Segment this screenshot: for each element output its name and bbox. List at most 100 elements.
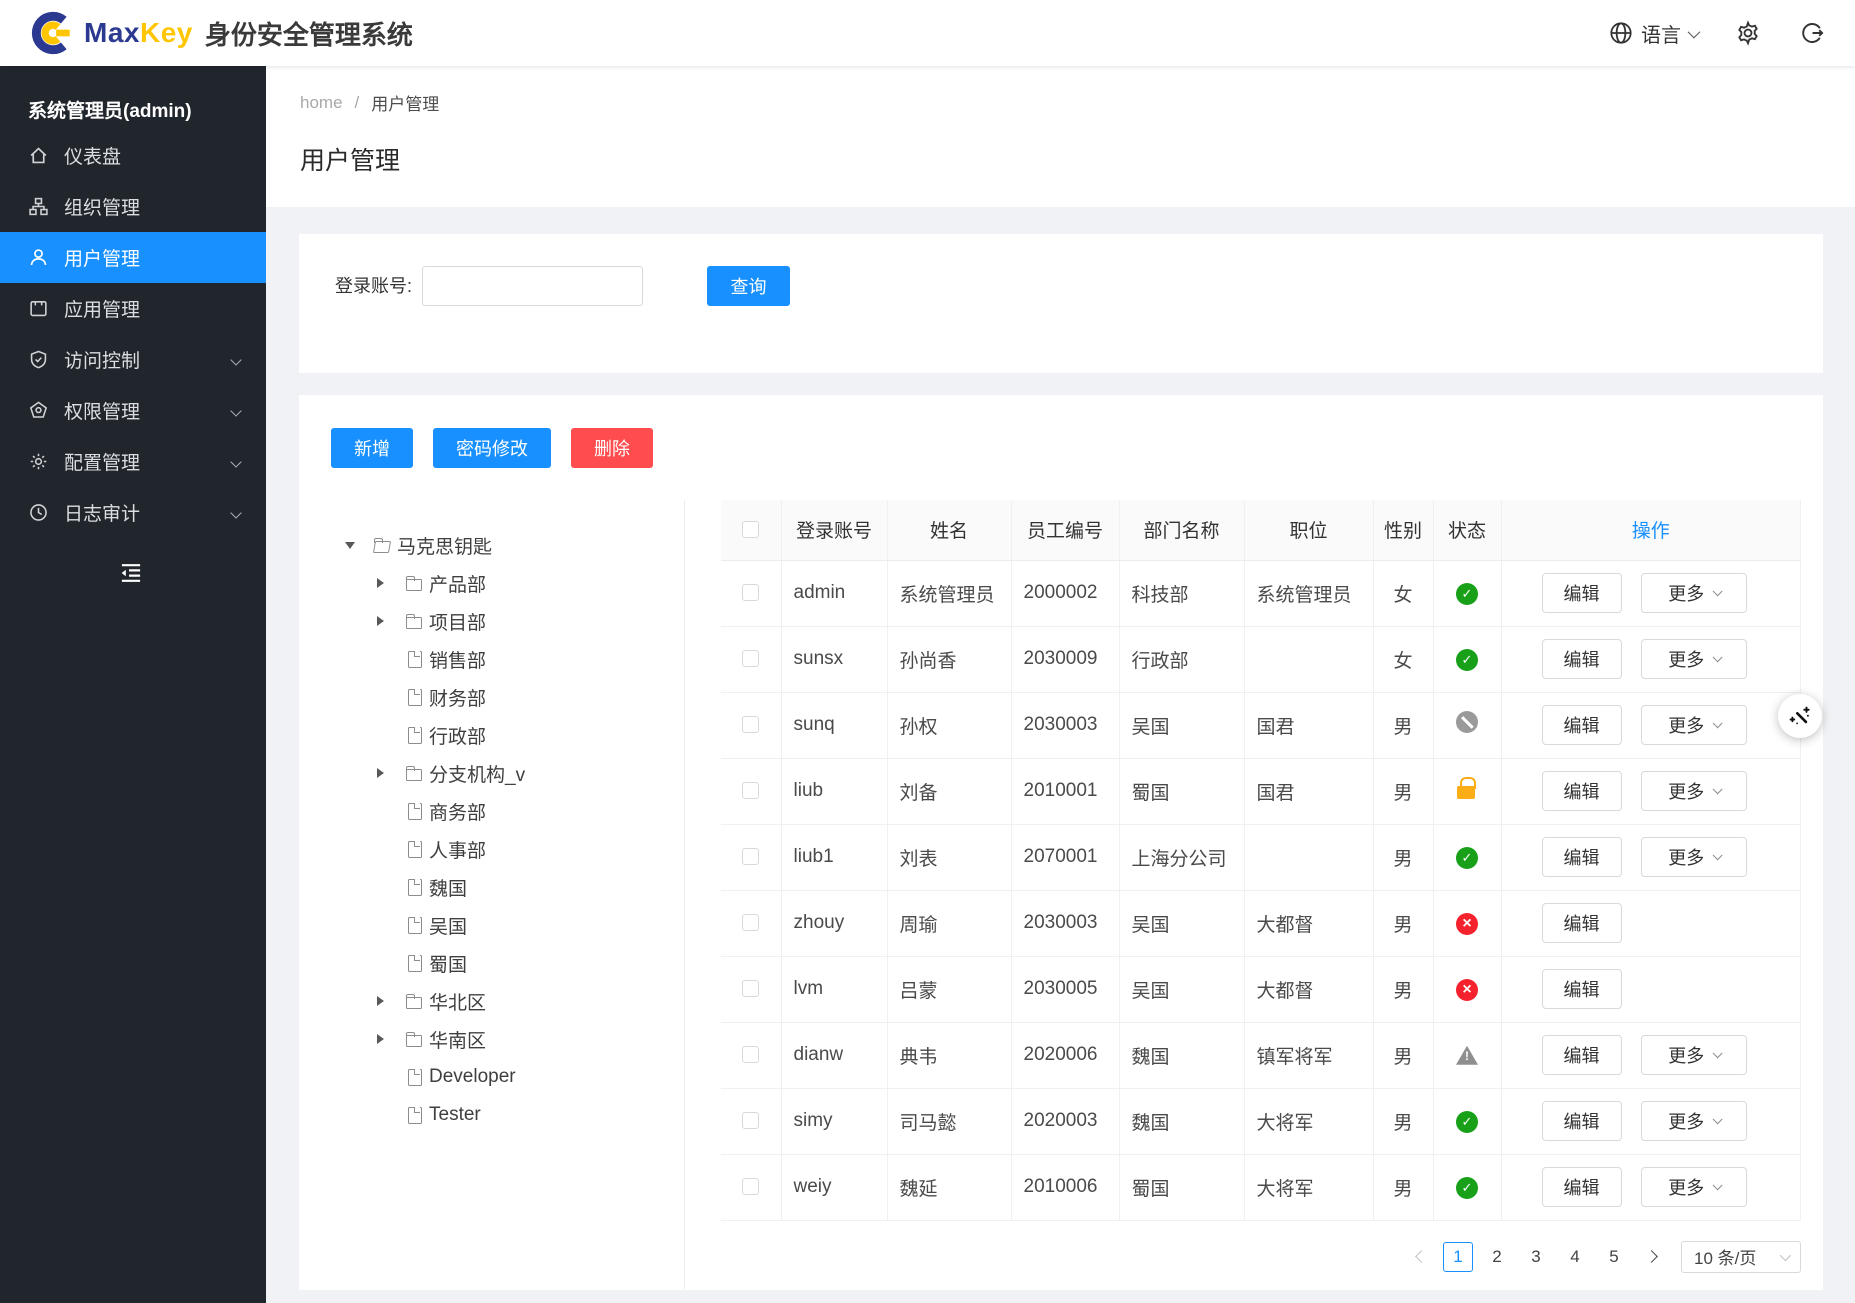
- more-button[interactable]: 更多: [1641, 639, 1747, 679]
- sidebar-item-users[interactable]: 用户管理: [0, 232, 266, 283]
- next-page-button[interactable]: [1638, 1242, 1664, 1272]
- add-button[interactable]: 新增: [331, 428, 413, 468]
- page-button-5[interactable]: 5: [1599, 1242, 1629, 1272]
- cell-employee-id: 2020003: [1011, 1088, 1119, 1154]
- tree-item[interactable]: 蜀国: [345, 944, 674, 982]
- tree-item[interactable]: Developer: [345, 1058, 674, 1096]
- cell-name: 刘表: [887, 824, 1011, 890]
- row-checkbox[interactable]: [742, 1178, 759, 1195]
- prev-page-button[interactable]: [1408, 1242, 1434, 1272]
- page-size-select[interactable]: 10 条/页: [1681, 1241, 1801, 1273]
- caret-right-icon[interactable]: [377, 996, 405, 1006]
- chevron-down-icon: [1688, 25, 1701, 38]
- language-menu[interactable]: 语言: [1608, 19, 1697, 48]
- sidebar-item-organizations[interactable]: 组织管理: [0, 181, 266, 232]
- tree-item[interactable]: 分支机构_v: [345, 754, 674, 792]
- chevron-down-icon: [1713, 1048, 1723, 1058]
- more-button[interactable]: 更多: [1641, 1101, 1747, 1141]
- row-checkbox[interactable]: [742, 1112, 759, 1129]
- caret-right-icon[interactable]: [377, 578, 405, 588]
- row-checkbox[interactable]: [742, 650, 759, 667]
- tree-item[interactable]: 产品部: [345, 564, 674, 602]
- sidebar-item-configuration[interactable]: 配置管理: [0, 436, 266, 487]
- edit-button[interactable]: 编辑: [1542, 1101, 1622, 1141]
- brand-name: MaxKey: [84, 17, 193, 49]
- breadcrumb-home-link[interactable]: home: [300, 93, 343, 113]
- page-button-4[interactable]: 4: [1560, 1242, 1590, 1272]
- row-checkbox[interactable]: [742, 1046, 759, 1063]
- cell-gender: 男: [1373, 692, 1433, 758]
- more-button[interactable]: 更多: [1641, 1035, 1747, 1075]
- row-checkbox[interactable]: [742, 584, 759, 601]
- sidebar-item-permissions[interactable]: 权限管理: [0, 385, 266, 436]
- tree-item[interactable]: 商务部: [345, 792, 674, 830]
- tree-item[interactable]: 销售部: [345, 640, 674, 678]
- cell-employee-id: 2010006: [1011, 1154, 1119, 1220]
- edit-button[interactable]: 编辑: [1542, 969, 1622, 1009]
- select-all-checkbox[interactable]: [742, 521, 759, 538]
- edit-button[interactable]: 编辑: [1542, 903, 1622, 943]
- more-button[interactable]: 更多: [1641, 705, 1747, 745]
- edit-button[interactable]: 编辑: [1542, 705, 1622, 745]
- query-button[interactable]: 查询: [707, 266, 790, 306]
- more-button[interactable]: 更多: [1641, 771, 1747, 811]
- table-header-row: 登录账号 姓名 员工编号 部门名称 职位 性别 状态 操作: [721, 500, 1801, 560]
- row-checkbox[interactable]: [742, 716, 759, 733]
- column-header-position: 职位: [1244, 500, 1373, 560]
- tree-item[interactable]: 人事部: [345, 830, 674, 868]
- breadcrumb: home / 用户管理: [300, 90, 1823, 115]
- edit-button[interactable]: 编辑: [1542, 1167, 1622, 1207]
- row-checkbox[interactable]: [742, 914, 759, 931]
- sidebar-menu: 仪表盘 组织管理 用户管理 应用管理 访问控制: [0, 130, 266, 538]
- sidebar-item-access-control[interactable]: 访问控制: [0, 334, 266, 385]
- cell-employee-id: 2020006: [1011, 1022, 1119, 1088]
- tree-item-label: 魏国: [429, 874, 467, 901]
- sidebar-item-label: 组织管理: [64, 193, 140, 220]
- caret-right-icon[interactable]: [377, 616, 405, 626]
- users-table: 登录账号 姓名 员工编号 部门名称 职位 性别 状态 操作: [721, 500, 1801, 1221]
- tree-item[interactable]: 吴国: [345, 906, 674, 944]
- edit-button[interactable]: 编辑: [1542, 837, 1622, 877]
- tree-item[interactable]: 马克思钥匙: [345, 526, 674, 564]
- edit-button[interactable]: 编辑: [1542, 1035, 1622, 1075]
- row-checkbox[interactable]: [742, 980, 759, 997]
- logout-icon-button[interactable]: [1799, 20, 1825, 46]
- tree-item[interactable]: 财务部: [345, 678, 674, 716]
- page-button-2[interactable]: 2: [1482, 1242, 1512, 1272]
- tree-item[interactable]: 魏国: [345, 868, 674, 906]
- cell-gender: 女: [1373, 560, 1433, 626]
- cell-name: 孙权: [887, 692, 1011, 758]
- menu-fold-icon[interactable]: [118, 560, 144, 586]
- tree-item[interactable]: 行政部: [345, 716, 674, 754]
- sidebar-item-applications[interactable]: 应用管理: [0, 283, 266, 334]
- edit-button[interactable]: 编辑: [1542, 573, 1622, 613]
- more-button[interactable]: 更多: [1641, 837, 1747, 877]
- caret-right-icon[interactable]: [377, 768, 405, 778]
- sidebar: 系统管理员(admin) 仪表盘 组织管理 用户管理 应用管理: [0, 66, 266, 1303]
- row-checkbox[interactable]: [742, 848, 759, 865]
- caret-down-icon[interactable]: [345, 542, 373, 549]
- edit-button[interactable]: 编辑: [1542, 771, 1622, 811]
- sidebar-item-audit-log[interactable]: 日志审计: [0, 487, 266, 538]
- assist-wand-button[interactable]: [1778, 694, 1822, 738]
- edit-button[interactable]: 编辑: [1542, 639, 1622, 679]
- pagination: 1 2 3 4 5 10 条/页: [721, 1241, 1801, 1273]
- more-button[interactable]: 更多: [1641, 573, 1747, 613]
- page-button-1[interactable]: 1: [1443, 1242, 1473, 1272]
- more-button[interactable]: 更多: [1641, 1167, 1747, 1207]
- folder-icon: [405, 574, 425, 592]
- app-header: MaxKey 身份安全管理系统 语言: [0, 0, 1855, 66]
- tree-item[interactable]: 项目部: [345, 602, 674, 640]
- page-button-3[interactable]: 3: [1521, 1242, 1551, 1272]
- tree-item[interactable]: 华南区: [345, 1020, 674, 1058]
- settings-icon-button[interactable]: [1735, 20, 1761, 46]
- tree-item[interactable]: 华北区: [345, 982, 674, 1020]
- caret-right-icon[interactable]: [377, 1034, 405, 1044]
- sidebar-item-dashboard[interactable]: 仪表盘: [0, 130, 266, 181]
- tree-item[interactable]: Tester: [345, 1096, 674, 1134]
- change-password-button[interactable]: 密码修改: [433, 428, 551, 468]
- cell-employee-id: 2000002: [1011, 560, 1119, 626]
- row-checkbox[interactable]: [742, 782, 759, 799]
- account-search-input[interactable]: [422, 266, 643, 306]
- delete-button[interactable]: 删除: [571, 428, 653, 468]
